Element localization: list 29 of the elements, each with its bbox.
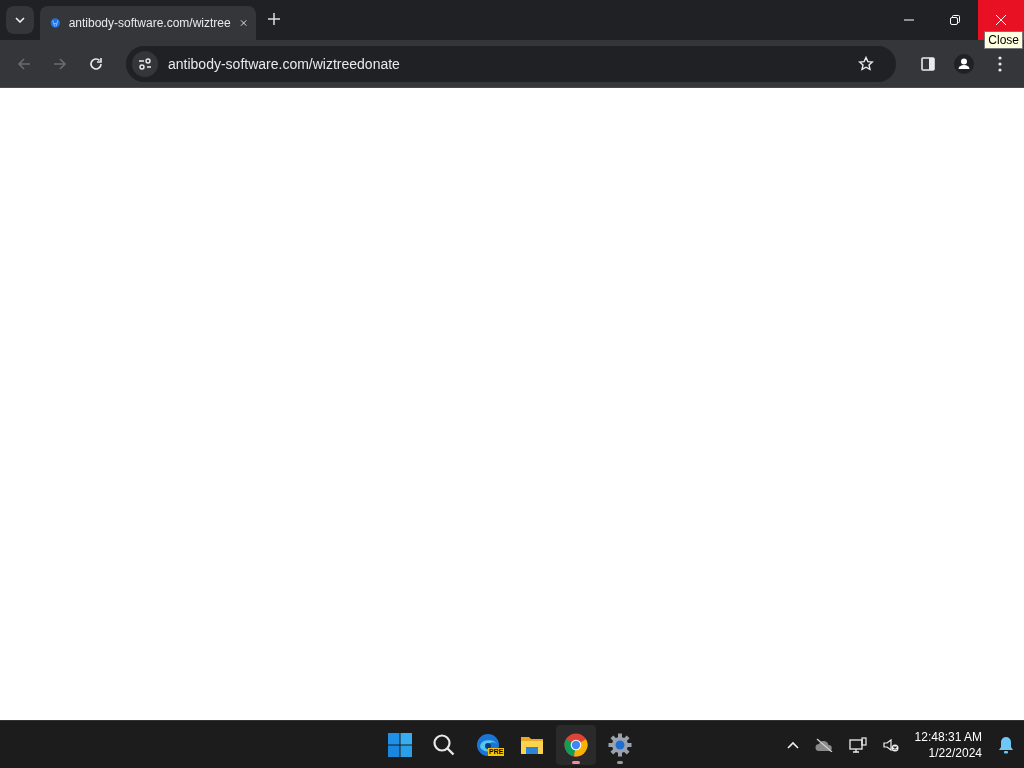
search-icon[interactable] [432, 732, 456, 757]
tune-icon[interactable] [138, 57, 152, 70]
gear-icon[interactable] [608, 732, 632, 757]
close-icon [996, 15, 1006, 25]
browser-tab[interactable]: antibody-software.com/wiztree [40, 6, 256, 40]
clock-time: 12:48:31 AM [914, 728, 982, 745]
plus-icon[interactable] [268, 12, 280, 25]
address-bar[interactable]: antibody-software.com/wiztreedonate [126, 45, 896, 82]
profile-icon[interactable] [954, 53, 974, 74]
clock[interactable]: 12:48:31 AM 1/22/2024 [914, 728, 982, 761]
chevron-down-icon [15, 17, 25, 23]
tooltip: Close [984, 31, 1023, 49]
clock-date: 1/22/2024 [928, 744, 982, 761]
menu-icon[interactable] [998, 55, 1002, 72]
speaker-muted-icon[interactable] [882, 737, 899, 752]
bell-icon[interactable] [998, 735, 1014, 754]
tab-search-button[interactable] [6, 6, 34, 34]
network-monitor-icon[interactable] [848, 736, 867, 753]
address-text: antibody-software.com/wiztreedonate [168, 55, 401, 72]
side-panel-icon[interactable] [921, 56, 935, 71]
chevron-up-icon[interactable] [786, 740, 799, 749]
reload-icon[interactable] [88, 55, 104, 72]
cloud-off-icon[interactable] [814, 737, 833, 752]
restore-icon [950, 15, 960, 25]
star-icon[interactable] [858, 55, 874, 72]
globe-icon [50, 15, 61, 31]
chrome-logo-icon[interactable] [564, 732, 588, 757]
tab-title: antibody-software.com/wiztree [68, 16, 231, 30]
windows-logo-icon[interactable] [388, 732, 412, 757]
